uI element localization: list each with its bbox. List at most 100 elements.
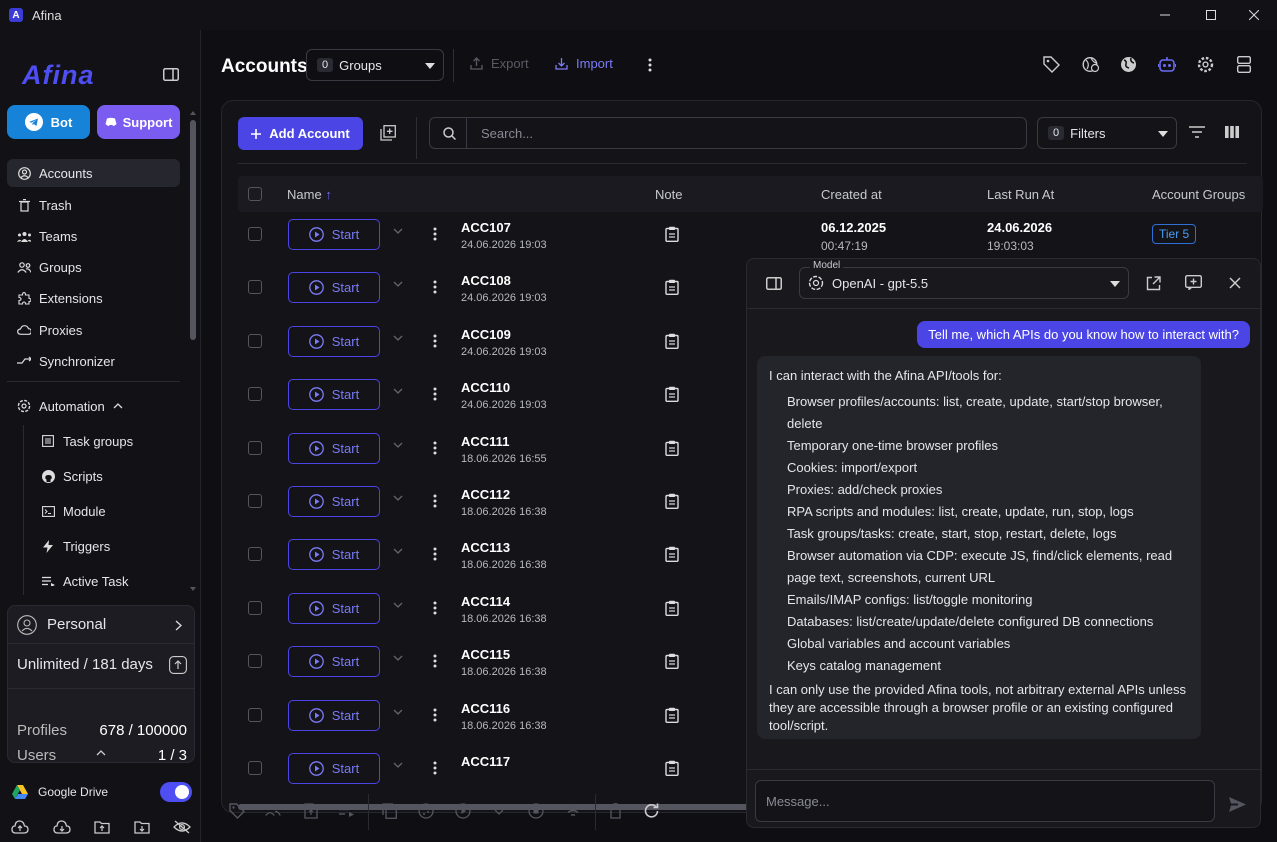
minimize-button[interactable]: [1142, 0, 1188, 30]
account-name[interactable]: ACC107: [461, 220, 511, 235]
chevron-down-icon[interactable]: [393, 442, 403, 448]
start-button[interactable]: Start: [288, 486, 380, 517]
sidebar-item-task-groups[interactable]: Task groups: [7, 427, 180, 455]
more-vertical-icon[interactable]: [433, 654, 437, 668]
clipboard-icon[interactable]: [665, 493, 679, 509]
chevron-down-icon[interactable]: [393, 548, 403, 555]
refresh-icon[interactable]: [644, 803, 659, 818]
group-badge[interactable]: Tier 5: [1152, 224, 1197, 244]
start-button[interactable]: Start: [288, 219, 380, 250]
browser-settings-button[interactable]: [1082, 56, 1100, 73]
export-button[interactable]: Export: [470, 56, 529, 71]
row-checkbox[interactable]: [248, 440, 262, 455]
eye-off-icon[interactable]: [173, 820, 191, 834]
settings-button[interactable]: [1197, 56, 1214, 73]
clipboard-icon[interactable]: [665, 546, 679, 563]
support-button[interactable]: Support: [97, 105, 180, 139]
clipboard-icon[interactable]: [665, 279, 679, 296]
folder-upload-icon[interactable]: [94, 820, 110, 834]
ai-assistant-button[interactable]: [1158, 56, 1176, 73]
row-checkbox[interactable]: [248, 333, 262, 348]
maximize-button[interactable]: [1188, 0, 1234, 30]
more-vertical-icon[interactable]: [433, 227, 437, 241]
new-chat-button[interactable]: [1185, 275, 1202, 290]
select-all-checkbox[interactable]: [248, 187, 262, 201]
chat-sidebar-toggle[interactable]: [766, 277, 782, 290]
file-export-icon[interactable]: [304, 803, 318, 819]
sidebar-item-triggers[interactable]: Triggers: [7, 532, 180, 560]
chevron-down-icon[interactable]: [393, 709, 403, 715]
row-checkbox[interactable]: [248, 654, 262, 669]
clipboard-icon[interactable]: [665, 600, 679, 616]
clipboard-icon[interactable]: [665, 333, 679, 349]
more-vertical-icon[interactable]: [433, 441, 437, 455]
clipboard-icon[interactable]: [665, 386, 679, 403]
account-name[interactable]: ACC117: [461, 754, 510, 769]
column-note[interactable]: Note: [655, 187, 682, 202]
account-name[interactable]: ACC112: [461, 487, 510, 502]
sidebar-item-trash[interactable]: Trash: [7, 191, 180, 219]
more-vertical-icon[interactable]: [433, 494, 437, 508]
folder-download-icon[interactable]: [133, 820, 150, 834]
account-name[interactable]: ACC113: [461, 540, 510, 555]
bot-button[interactable]: Bot: [7, 105, 90, 139]
collapse-sidebar-button[interactable]: [163, 68, 179, 81]
add-account-button[interactable]: Add Account: [238, 117, 363, 150]
start-button[interactable]: Start: [288, 592, 380, 624]
more-vertical-icon[interactable]: [433, 708, 437, 722]
chevron-down-icon[interactable]: [393, 388, 403, 395]
column-groups[interactable]: Account Groups: [1152, 187, 1245, 202]
clipboard-icon[interactable]: [665, 440, 679, 456]
row-checkbox[interactable]: [248, 600, 262, 615]
clipboard-icon[interactable]: [665, 707, 679, 723]
chevron-down-icon[interactable]: [393, 228, 403, 234]
row-checkbox[interactable]: [248, 547, 262, 562]
group-assign-icon[interactable]: [265, 803, 281, 817]
row-checkbox[interactable]: [248, 227, 262, 241]
tag-icon[interactable]: [229, 803, 245, 819]
sidebar-item-accounts[interactable]: Accounts: [7, 159, 180, 187]
more-vertical-icon[interactable]: [433, 334, 437, 348]
sidebar-item-groups[interactable]: Groups: [7, 253, 180, 281]
queue-icon[interactable]: [339, 803, 355, 817]
start-button[interactable]: Start: [288, 272, 380, 304]
chevron-down-icon[interactable]: [494, 809, 504, 815]
tag-button[interactable]: [1043, 56, 1060, 73]
row-checkbox[interactable]: [248, 707, 262, 722]
sidebar-scrollbar[interactable]: [189, 110, 197, 600]
cloud-upload-icon[interactable]: [11, 820, 29, 834]
start-button[interactable]: Start: [288, 539, 380, 571]
more-vertical-icon[interactable]: [433, 601, 437, 615]
sort-button[interactable]: [1189, 126, 1205, 138]
open-external-button[interactable]: [1146, 276, 1161, 291]
close-chat-button[interactable]: [1229, 277, 1241, 289]
more-vertical-icon[interactable]: [433, 761, 437, 775]
more-vertical-icon[interactable]: [433, 280, 437, 294]
model-select[interactable]: Model OpenAI - gpt-5.5: [799, 260, 1129, 299]
bulk-add-button[interactable]: [380, 125, 396, 141]
chevron-down-icon[interactable]: [393, 602, 403, 608]
sidebar-item-synchronizer[interactable]: Synchronizer: [7, 347, 180, 375]
account-name[interactable]: ACC115: [461, 647, 510, 662]
more-vertical-icon[interactable]: [433, 387, 437, 401]
layout-button[interactable]: [1237, 56, 1251, 73]
cookie-icon[interactable]: [418, 803, 434, 819]
wifi-icon[interactable]: [564, 805, 582, 818]
row-checkbox[interactable]: [248, 494, 262, 508]
sidebar-item-automation[interactable]: Automation: [7, 392, 180, 420]
row-checkbox[interactable]: [248, 761, 262, 775]
scroll-thumb[interactable]: [190, 120, 196, 340]
start-button[interactable]: Start: [288, 379, 380, 411]
sidebar-item-extensions[interactable]: Extensions: [7, 284, 180, 312]
play-circle-icon[interactable]: [455, 803, 471, 819]
trash-icon[interactable]: [609, 803, 622, 819]
start-button[interactable]: Start: [288, 325, 380, 357]
account-name[interactable]: ACC116: [461, 701, 510, 716]
groups-select[interactable]: 0 Groups: [306, 49, 444, 81]
sidebar-item-teams[interactable]: Teams: [7, 222, 180, 250]
search-input[interactable]: [481, 125, 981, 141]
copy-icon[interactable]: [382, 803, 397, 819]
more-vertical-icon[interactable]: [433, 547, 437, 561]
start-button[interactable]: Start: [288, 432, 380, 464]
chevron-down-icon[interactable]: [393, 281, 403, 288]
